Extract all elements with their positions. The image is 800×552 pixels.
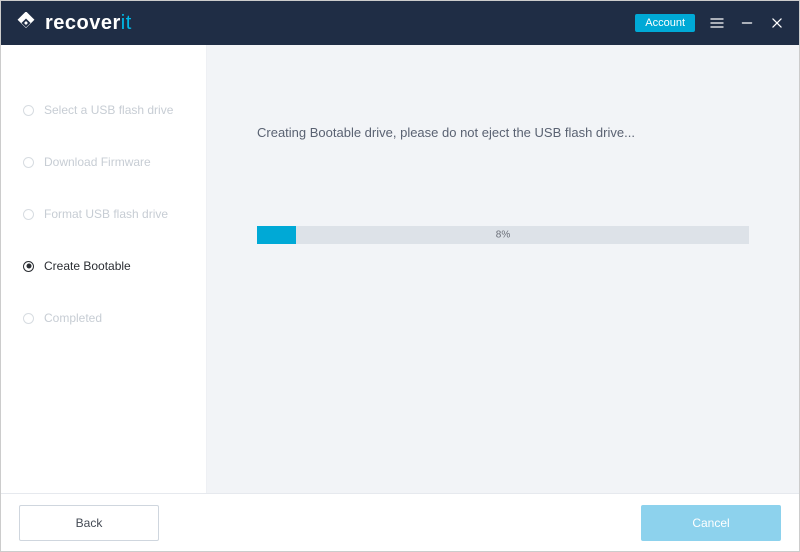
step-select-usb: Select a USB flash drive <box>1 93 206 127</box>
close-icon[interactable] <box>769 15 785 31</box>
logo-text: recoverit <box>45 12 132 35</box>
step-label: Create Bootable <box>44 259 131 273</box>
footer: Back Cancel <box>1 493 799 551</box>
logo-primary: recover <box>45 12 121 34</box>
step-radio-icon <box>23 209 34 220</box>
minimize-icon[interactable] <box>739 15 755 31</box>
step-label: Download Firmware <box>44 155 151 169</box>
step-radio-icon <box>23 105 34 116</box>
step-create-bootable: Create Bootable <box>1 249 206 283</box>
logo-area: recoverit <box>15 12 132 35</box>
step-completed: Completed <box>1 301 206 335</box>
body: Select a USB flash drive Download Firmwa… <box>1 45 799 493</box>
titlebar-controls: Account <box>635 14 785 32</box>
titlebar: recoverit Account <box>1 1 799 45</box>
step-label: Select a USB flash drive <box>44 103 173 117</box>
sidebar: Select a USB flash drive Download Firmwa… <box>1 45 207 493</box>
step-download-firmware: Download Firmware <box>1 145 206 179</box>
progress-label: 8% <box>496 230 510 241</box>
progress-fill <box>257 226 296 244</box>
progress-bar: 8% <box>257 226 749 244</box>
step-radio-icon <box>23 313 34 324</box>
cancel-button[interactable]: Cancel <box>641 505 781 541</box>
status-text: Creating Bootable drive, please do not e… <box>257 125 749 140</box>
logo-icon <box>15 12 37 34</box>
main-content: Creating Bootable drive, please do not e… <box>207 45 799 493</box>
step-label: Completed <box>44 311 102 325</box>
step-radio-icon <box>23 261 34 272</box>
account-button[interactable]: Account <box>635 14 695 32</box>
step-label: Format USB flash drive <box>44 207 168 221</box>
step-format-usb: Format USB flash drive <box>1 197 206 231</box>
back-button[interactable]: Back <box>19 505 159 541</box>
menu-icon[interactable] <box>709 15 725 31</box>
step-radio-icon <box>23 157 34 168</box>
logo-accent: it <box>121 12 132 34</box>
